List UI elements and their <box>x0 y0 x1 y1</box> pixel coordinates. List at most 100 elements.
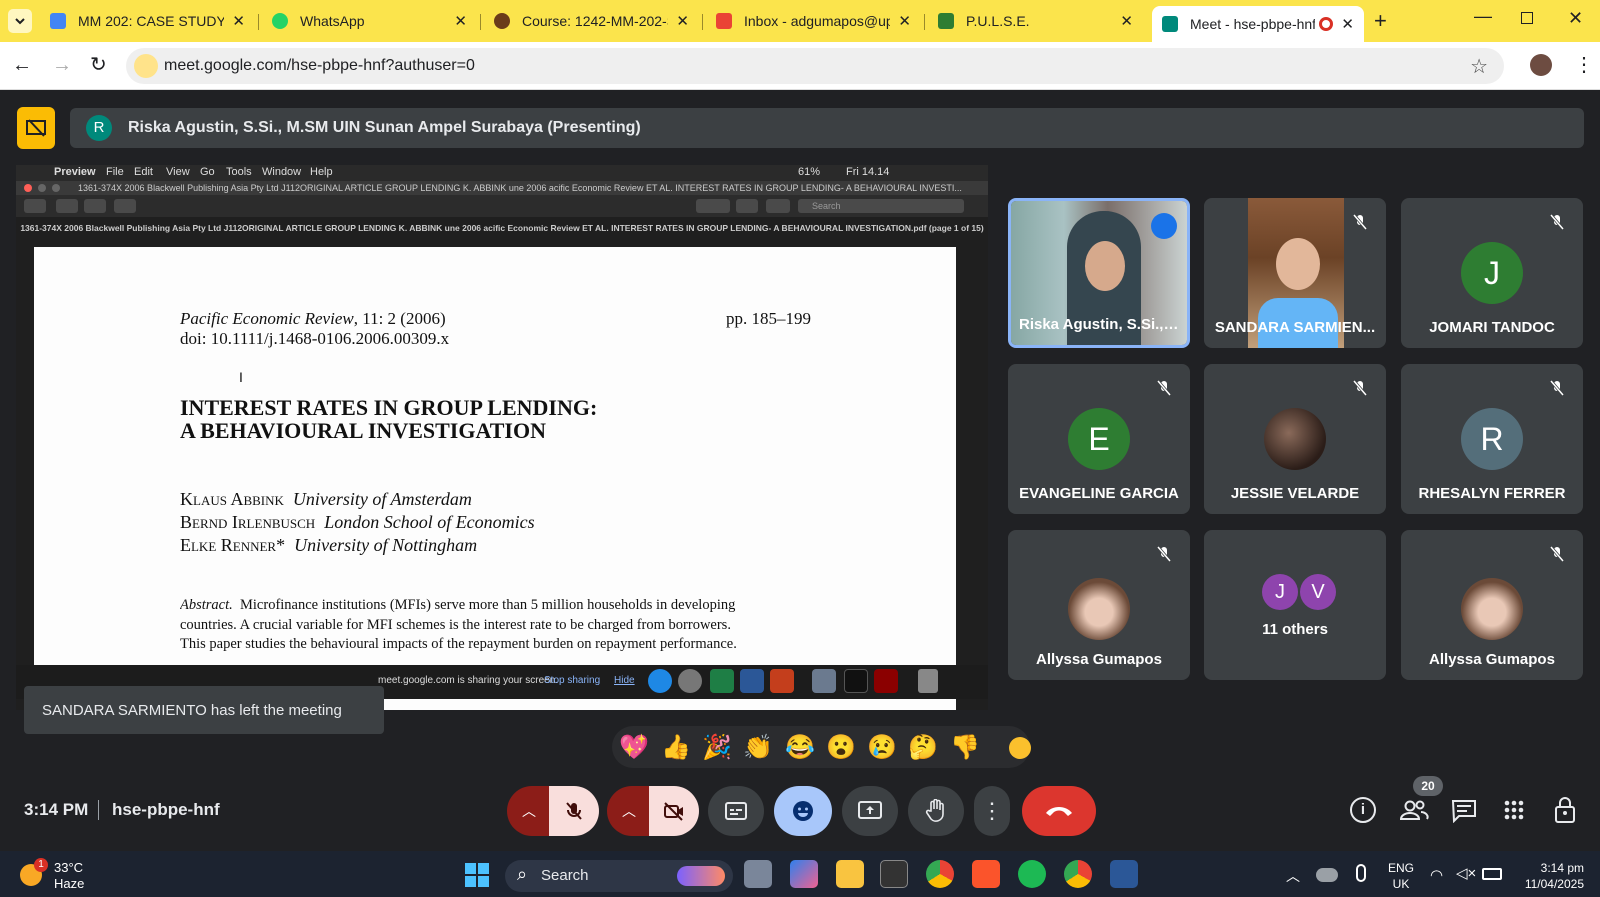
doc-header: 1361-374X 2006 Blackwell Publishing Asia… <box>20 223 984 233</box>
site-info-icon[interactable] <box>134 54 158 78</box>
activities-button[interactable] <box>1503 799 1525 826</box>
new-tab-button[interactable]: + <box>1374 8 1387 34</box>
present-button[interactable] <box>842 786 898 836</box>
reaction-party[interactable]: 🎉 <box>700 733 734 762</box>
skin-tone-picker[interactable] <box>1009 737 1031 759</box>
participant-tile[interactable]: J JOMARI TANDOC <box>1401 198 1583 348</box>
reaction-surprised[interactable]: 😮 <box>824 733 858 762</box>
others-tile[interactable]: J V 11 others <box>1204 530 1386 680</box>
stop-sharing-button[interactable]: Stop sharing <box>544 675 600 686</box>
profile-avatar[interactable] <box>1530 54 1552 76</box>
browser-tab[interactable]: Inbox - adgumapos@up.ec ✕ <box>706 6 921 36</box>
meeting-time: 3:14 PM <box>24 800 89 819</box>
minimize-button[interactable]: — <box>1474 6 1492 27</box>
address-bar[interactable]: meet.google.com/hse-pbpe-hnf?authuser=0 … <box>126 48 1504 84</box>
browser-tab[interactable]: MM 202: CASE STUDY - Gc ✕ <box>40 6 255 36</box>
leave-call-button[interactable] <box>1022 786 1096 836</box>
file-explorer-icon[interactable] <box>836 860 864 888</box>
participant-photo <box>1264 408 1326 470</box>
reaction-sad[interactable]: 😢 <box>865 733 899 762</box>
bookmark-star-icon[interactable]: ☆ <box>1470 54 1488 79</box>
people-icon <box>1399 800 1429 820</box>
menu-help: Help <box>310 166 333 178</box>
reactions-button[interactable] <box>774 786 832 836</box>
abstract-line: Abstract. Microfinance institutions (MFI… <box>180 597 820 614</box>
browser-tab[interactable]: WhatsApp ✕ <box>262 6 477 36</box>
participant-tile[interactable]: Allyssa Gumapos <box>1008 530 1190 680</box>
browser-tab[interactable]: P.U.L.S.E. ✕ <box>928 6 1143 36</box>
tab-search-button[interactable] <box>8 9 32 33</box>
taskbar-search[interactable]: ⌕ Search <box>505 860 733 892</box>
participant-tile[interactable]: Allyssa Gumapos <box>1401 530 1583 680</box>
weather-widget[interactable]: 1 33°C Haze <box>18 858 88 892</box>
close-icon[interactable]: ✕ <box>1120 12 1133 30</box>
reaction-thumbs-up[interactable]: 👍 <box>659 733 693 762</box>
browser-tab-bar: MM 202: CASE STUDY - Gc ✕ WhatsApp ✕ Cou… <box>0 0 1600 42</box>
more-options-button[interactable]: ⋮ <box>974 786 1010 836</box>
microphone-icon[interactable] <box>1356 864 1366 882</box>
author-row: Klaus Abbink University of Amsterdam <box>180 489 472 510</box>
reload-button[interactable]: ↻ <box>90 52 107 77</box>
wifi-icon[interactable]: ◠ <box>1430 866 1443 884</box>
tray-overflow-icon[interactable]: ︿ <box>1286 866 1300 886</box>
participant-tile[interactable]: R RHESALYN FERRER <box>1401 364 1583 514</box>
spotify-icon[interactable] <box>1018 860 1046 888</box>
reaction-clap[interactable]: 👏 <box>741 733 775 762</box>
brave-icon[interactable] <box>972 860 1000 888</box>
participant-photo <box>1461 578 1523 640</box>
participant-tile[interactable]: SANDARA SARMIEN... <box>1204 198 1386 348</box>
apps-grid-icon <box>1504 800 1524 820</box>
notion-icon[interactable] <box>880 860 908 888</box>
close-icon[interactable]: ✕ <box>232 12 245 30</box>
settings-icon <box>678 669 702 693</box>
system-clock[interactable]: 3:14 pm 11/04/2025 <box>1512 860 1584 892</box>
tab-title: Inbox - adgumapos@up.ec <box>744 13 891 29</box>
participant-tile[interactable]: E EVANGELINE GARCIA <box>1008 364 1190 514</box>
start-button[interactable] <box>465 863 489 887</box>
close-icon[interactable]: ✕ <box>1341 15 1354 33</box>
reaction-heart[interactable]: 💖 <box>617 733 651 762</box>
audio-options-button[interactable]: ︿ <box>507 786 551 836</box>
raise-hand-button[interactable] <box>908 786 964 836</box>
captions-button[interactable] <box>708 786 764 836</box>
browser-tab[interactable]: Course: 1242-MM-202-SA ✕ <box>484 6 699 36</box>
participant-tile[interactable]: Riska Agustin, S.Si., ... <box>1008 198 1190 348</box>
people-button[interactable] <box>1399 798 1429 827</box>
volume-muted-icon[interactable]: ◁× <box>1456 864 1476 882</box>
meeting-details-button[interactable]: i <box>1350 797 1376 823</box>
camera-toggle-button[interactable] <box>649 786 699 836</box>
forward-button[interactable]: → <box>52 54 72 77</box>
hide-button[interactable]: Hide <box>614 675 635 686</box>
host-controls-button[interactable] <box>1553 796 1577 829</box>
info-icon: i <box>1360 801 1366 818</box>
close-icon[interactable]: ✕ <box>454 12 467 30</box>
chevron-down-icon <box>15 18 25 25</box>
chrome-icon[interactable] <box>926 860 954 888</box>
task-view-icon[interactable] <box>744 860 772 888</box>
close-window-button[interactable]: ✕ <box>1568 8 1583 29</box>
url-text: meet.google.com/hse-pbpe-hnf?authuser=0 <box>164 57 475 74</box>
close-icon[interactable]: ✕ <box>898 12 911 30</box>
copilot-icon[interactable] <box>790 860 818 888</box>
reaction-thinking[interactable]: 🤔 <box>906 733 940 762</box>
reaction-thumbs-down[interactable]: 👎 <box>948 733 982 762</box>
video-options-button[interactable]: ︿ <box>607 786 651 836</box>
word-taskbar-icon[interactable] <box>1110 860 1138 888</box>
language-indicator[interactable]: ENG UK <box>1388 860 1414 892</box>
browser-tab-active[interactable]: Meet - hse-pbpe-hnf ✕ <box>1152 6 1364 42</box>
reaction-laugh[interactable]: 😂 <box>783 733 817 762</box>
course-icon <box>494 13 510 29</box>
browser-menu-icon[interactable]: ⋮ <box>1574 52 1594 77</box>
presentation-icon[interactable] <box>17 107 55 149</box>
back-button[interactable]: ← <box>12 54 32 77</box>
chrome-profile-icon[interactable] <box>1064 860 1092 888</box>
onedrive-icon[interactable] <box>1316 868 1338 882</box>
tab-title: Course: 1242-MM-202-SA <box>522 13 668 29</box>
mic-toggle-button[interactable] <box>549 786 599 836</box>
battery-icon[interactable] <box>1482 868 1502 880</box>
participant-tile[interactable]: JESSIE VELARDE <box>1204 364 1386 514</box>
chat-button[interactable] <box>1451 799 1477 828</box>
close-icon[interactable]: ✕ <box>676 12 689 30</box>
maximize-button[interactable] <box>1521 12 1533 24</box>
mic-off-icon <box>1549 546 1565 562</box>
